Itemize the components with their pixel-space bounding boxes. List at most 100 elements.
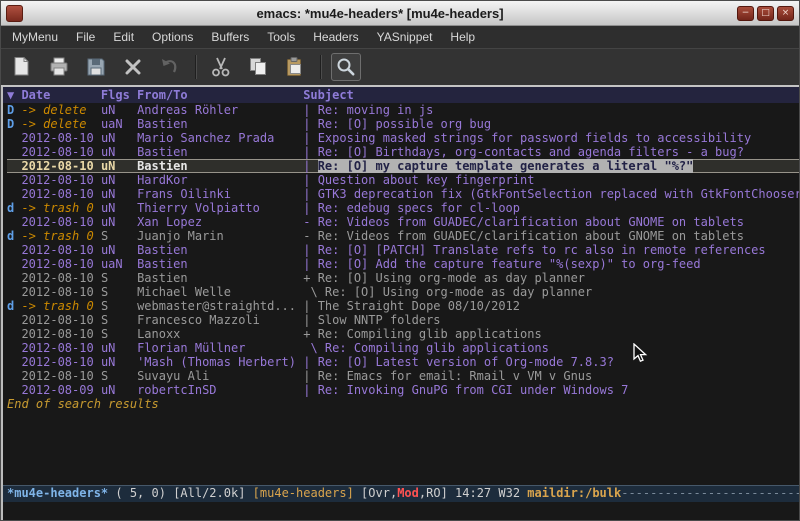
message-row[interactable]: 2012-08-10 uN Bastien | Re: [O] Birthday… bbox=[7, 145, 799, 159]
toolbar-separator bbox=[195, 55, 196, 79]
search-icon[interactable] bbox=[331, 53, 361, 81]
row-subject: Exposing masked strings for password fie… bbox=[318, 131, 751, 145]
message-row[interactable]: 2012-08-10 S Francesco Mazzoli | Slow NN… bbox=[7, 313, 799, 327]
row-mark bbox=[7, 173, 21, 187]
row-thread-prefix: | bbox=[303, 173, 310, 187]
row-mark bbox=[7, 159, 21, 173]
undo-icon[interactable] bbox=[155, 53, 185, 81]
message-row[interactable]: 2012-08-10 uN 'Mash (Thomas Herbert) | R… bbox=[7, 355, 799, 369]
buffer[interactable]: D -> delete uN Andreas Röhler | Re: movi… bbox=[3, 103, 799, 485]
modeline-segment: Mod bbox=[397, 486, 419, 500]
row-from: Suvayu Ali bbox=[137, 369, 303, 383]
menu-help[interactable]: Help bbox=[441, 26, 484, 48]
row-thread-prefix: | bbox=[303, 355, 310, 369]
row-mark bbox=[7, 131, 21, 145]
message-row[interactable]: 2012-08-10 uN Florian Müllner \ Re: Comp… bbox=[7, 341, 799, 355]
row-mark bbox=[7, 257, 21, 271]
row-from: Bastien bbox=[137, 243, 303, 257]
row-subject: Re: [O] Add the capture feature "%(sexp)… bbox=[318, 257, 701, 271]
message-row[interactable]: 2012-08-10 S Michael Welle \ Re: [O] Usi… bbox=[7, 285, 799, 299]
message-row[interactable]: d -> trash 0 uN Thierry Volpiatto | Re: … bbox=[7, 201, 799, 215]
row-subject: Re: Videos from GUADEC/clarification abo… bbox=[318, 215, 744, 229]
row-flags: S bbox=[101, 271, 137, 285]
row-mark bbox=[7, 313, 21, 327]
message-row[interactable]: d -> trash 0 S Juanjo Marin - Re: Videos… bbox=[7, 229, 799, 243]
row-mark: D bbox=[7, 117, 21, 131]
menu-edit[interactable]: Edit bbox=[104, 26, 143, 48]
modeline-segment: [ bbox=[354, 486, 368, 500]
message-row[interactable]: 2012-08-10 uN Mario Sanchez Prada | Expo… bbox=[7, 131, 799, 145]
message-row[interactable]: 2012-08-10 S Suvayu Ali | Re: Emacs for … bbox=[7, 369, 799, 383]
message-row[interactable]: 2012-08-10 S Bastien + Re: [O] Using org… bbox=[7, 271, 799, 285]
row-date: 2012-08-10 bbox=[21, 327, 100, 341]
message-row[interactable]: 2012-08-10 uN Frans Oilinki | GTK3 depre… bbox=[7, 187, 799, 201]
save-icon[interactable] bbox=[81, 53, 111, 81]
row-from: HardKor bbox=[137, 173, 303, 187]
row-date: 2012-08-10 bbox=[21, 313, 100, 327]
row-date: 2012-08-10 bbox=[21, 173, 100, 187]
message-row[interactable]: 2012-08-10 S Lanoxx + Re: Compiling glib… bbox=[7, 327, 799, 341]
menu-options[interactable]: Options bbox=[143, 26, 202, 48]
row-from: webmaster@straightd... bbox=[137, 299, 303, 313]
menu-mymenu[interactable]: MyMenu bbox=[3, 26, 67, 48]
menu-buffers[interactable]: Buffers bbox=[202, 26, 258, 48]
row-from: 'Mash (Thomas Herbert) bbox=[137, 355, 303, 369]
modeline-segment: [All/2.0k] bbox=[173, 486, 252, 500]
row-subject: Re: [O] Using org-mode as day planner bbox=[325, 285, 592, 299]
row-flags: uN bbox=[101, 173, 137, 187]
minimize-button[interactable]: − bbox=[737, 6, 754, 21]
row-subject: Re: [O] Latest version of Org-mode 7.8.3… bbox=[318, 355, 614, 369]
maximize-button[interactable]: □ bbox=[757, 6, 774, 21]
message-row[interactable]: D -> delete uN Andreas Röhler | Re: movi… bbox=[7, 103, 799, 117]
row-from: Thierry Volpiatto bbox=[137, 201, 303, 215]
row-thread-prefix: + bbox=[303, 327, 310, 341]
cut-icon[interactable] bbox=[206, 53, 236, 81]
message-row[interactable]: 2012-08-10 uaN Bastien | Re: [O] Add the… bbox=[7, 257, 799, 271]
menu-headers[interactable]: Headers bbox=[304, 26, 367, 48]
row-date: -> delete bbox=[21, 117, 100, 131]
row-date: 2012-08-10 bbox=[21, 355, 100, 369]
copy-icon[interactable] bbox=[243, 53, 273, 81]
row-subject: Re: [O] Birthdays, org-contacts and agen… bbox=[318, 145, 744, 159]
row-flags: uN bbox=[101, 201, 137, 215]
close-buffer-icon[interactable] bbox=[118, 53, 148, 81]
row-subject: Re: Compiling glib applications bbox=[325, 341, 549, 355]
new-file-icon[interactable] bbox=[7, 53, 37, 81]
menu-file[interactable]: File bbox=[67, 26, 104, 48]
row-mark bbox=[7, 383, 21, 397]
row-date: 2012-08-10 bbox=[21, 215, 100, 229]
close-button[interactable]: × bbox=[777, 6, 794, 21]
row-date: -> delete bbox=[21, 103, 100, 117]
row-subject: GTK3 deprecation fix (GtkFontSelection r… bbox=[318, 187, 799, 201]
echo-area[interactable] bbox=[3, 502, 799, 520]
row-flags: uN bbox=[101, 145, 137, 159]
row-from: Frans Oilinki bbox=[137, 187, 303, 201]
row-mark: d bbox=[7, 201, 21, 215]
frame-body: ▼ Date Flgs From/To Subject D -> delete … bbox=[1, 87, 799, 520]
row-thread-prefix: + bbox=[303, 271, 310, 285]
row-mark bbox=[7, 285, 21, 299]
row-subject: Re: moving in js bbox=[318, 103, 434, 117]
message-row[interactable]: 2012-08-10 uN Xan Lopez - Re: Videos fro… bbox=[7, 215, 799, 229]
message-row[interactable]: 2012-08-09 uN robertcInSD | Re: Invoking… bbox=[7, 383, 799, 397]
row-from: Francesco Mazzoli bbox=[137, 313, 303, 327]
menu-yasnippet[interactable]: YASnippet bbox=[368, 26, 442, 48]
header-line[interactable]: ▼ Date Flgs From/To Subject bbox=[3, 87, 799, 103]
row-mark bbox=[7, 187, 21, 201]
paste-icon[interactable] bbox=[280, 53, 310, 81]
message-row[interactable]: 2012-08-10 uN Bastien | Re: [O] my captu… bbox=[7, 159, 799, 173]
row-subject: Re: [O] [PATCH] Translate refs to rc als… bbox=[318, 243, 766, 257]
print-icon[interactable] bbox=[44, 53, 74, 81]
row-from: Mario Sanchez Prada bbox=[137, 131, 303, 145]
menu-tools[interactable]: Tools bbox=[258, 26, 304, 48]
toolbar bbox=[1, 48, 799, 87]
message-row[interactable]: d -> trash 0 S webmaster@straightd... | … bbox=[7, 299, 799, 313]
message-row[interactable]: 2012-08-10 uN Bastien | Re: [O] [PATCH] … bbox=[7, 243, 799, 257]
message-row[interactable]: D -> delete uaN Bastien | Re: [O] possib… bbox=[7, 117, 799, 131]
message-row[interactable]: 2012-08-10 uN HardKor | Question about k… bbox=[7, 173, 799, 187]
row-date: 2012-08-10 bbox=[21, 131, 100, 145]
row-thread-prefix: | bbox=[303, 131, 310, 145]
row-flags: uN bbox=[101, 243, 137, 257]
window-menu-icon[interactable] bbox=[6, 5, 23, 22]
modeline-segment: *mu4e-headers* bbox=[7, 486, 108, 500]
